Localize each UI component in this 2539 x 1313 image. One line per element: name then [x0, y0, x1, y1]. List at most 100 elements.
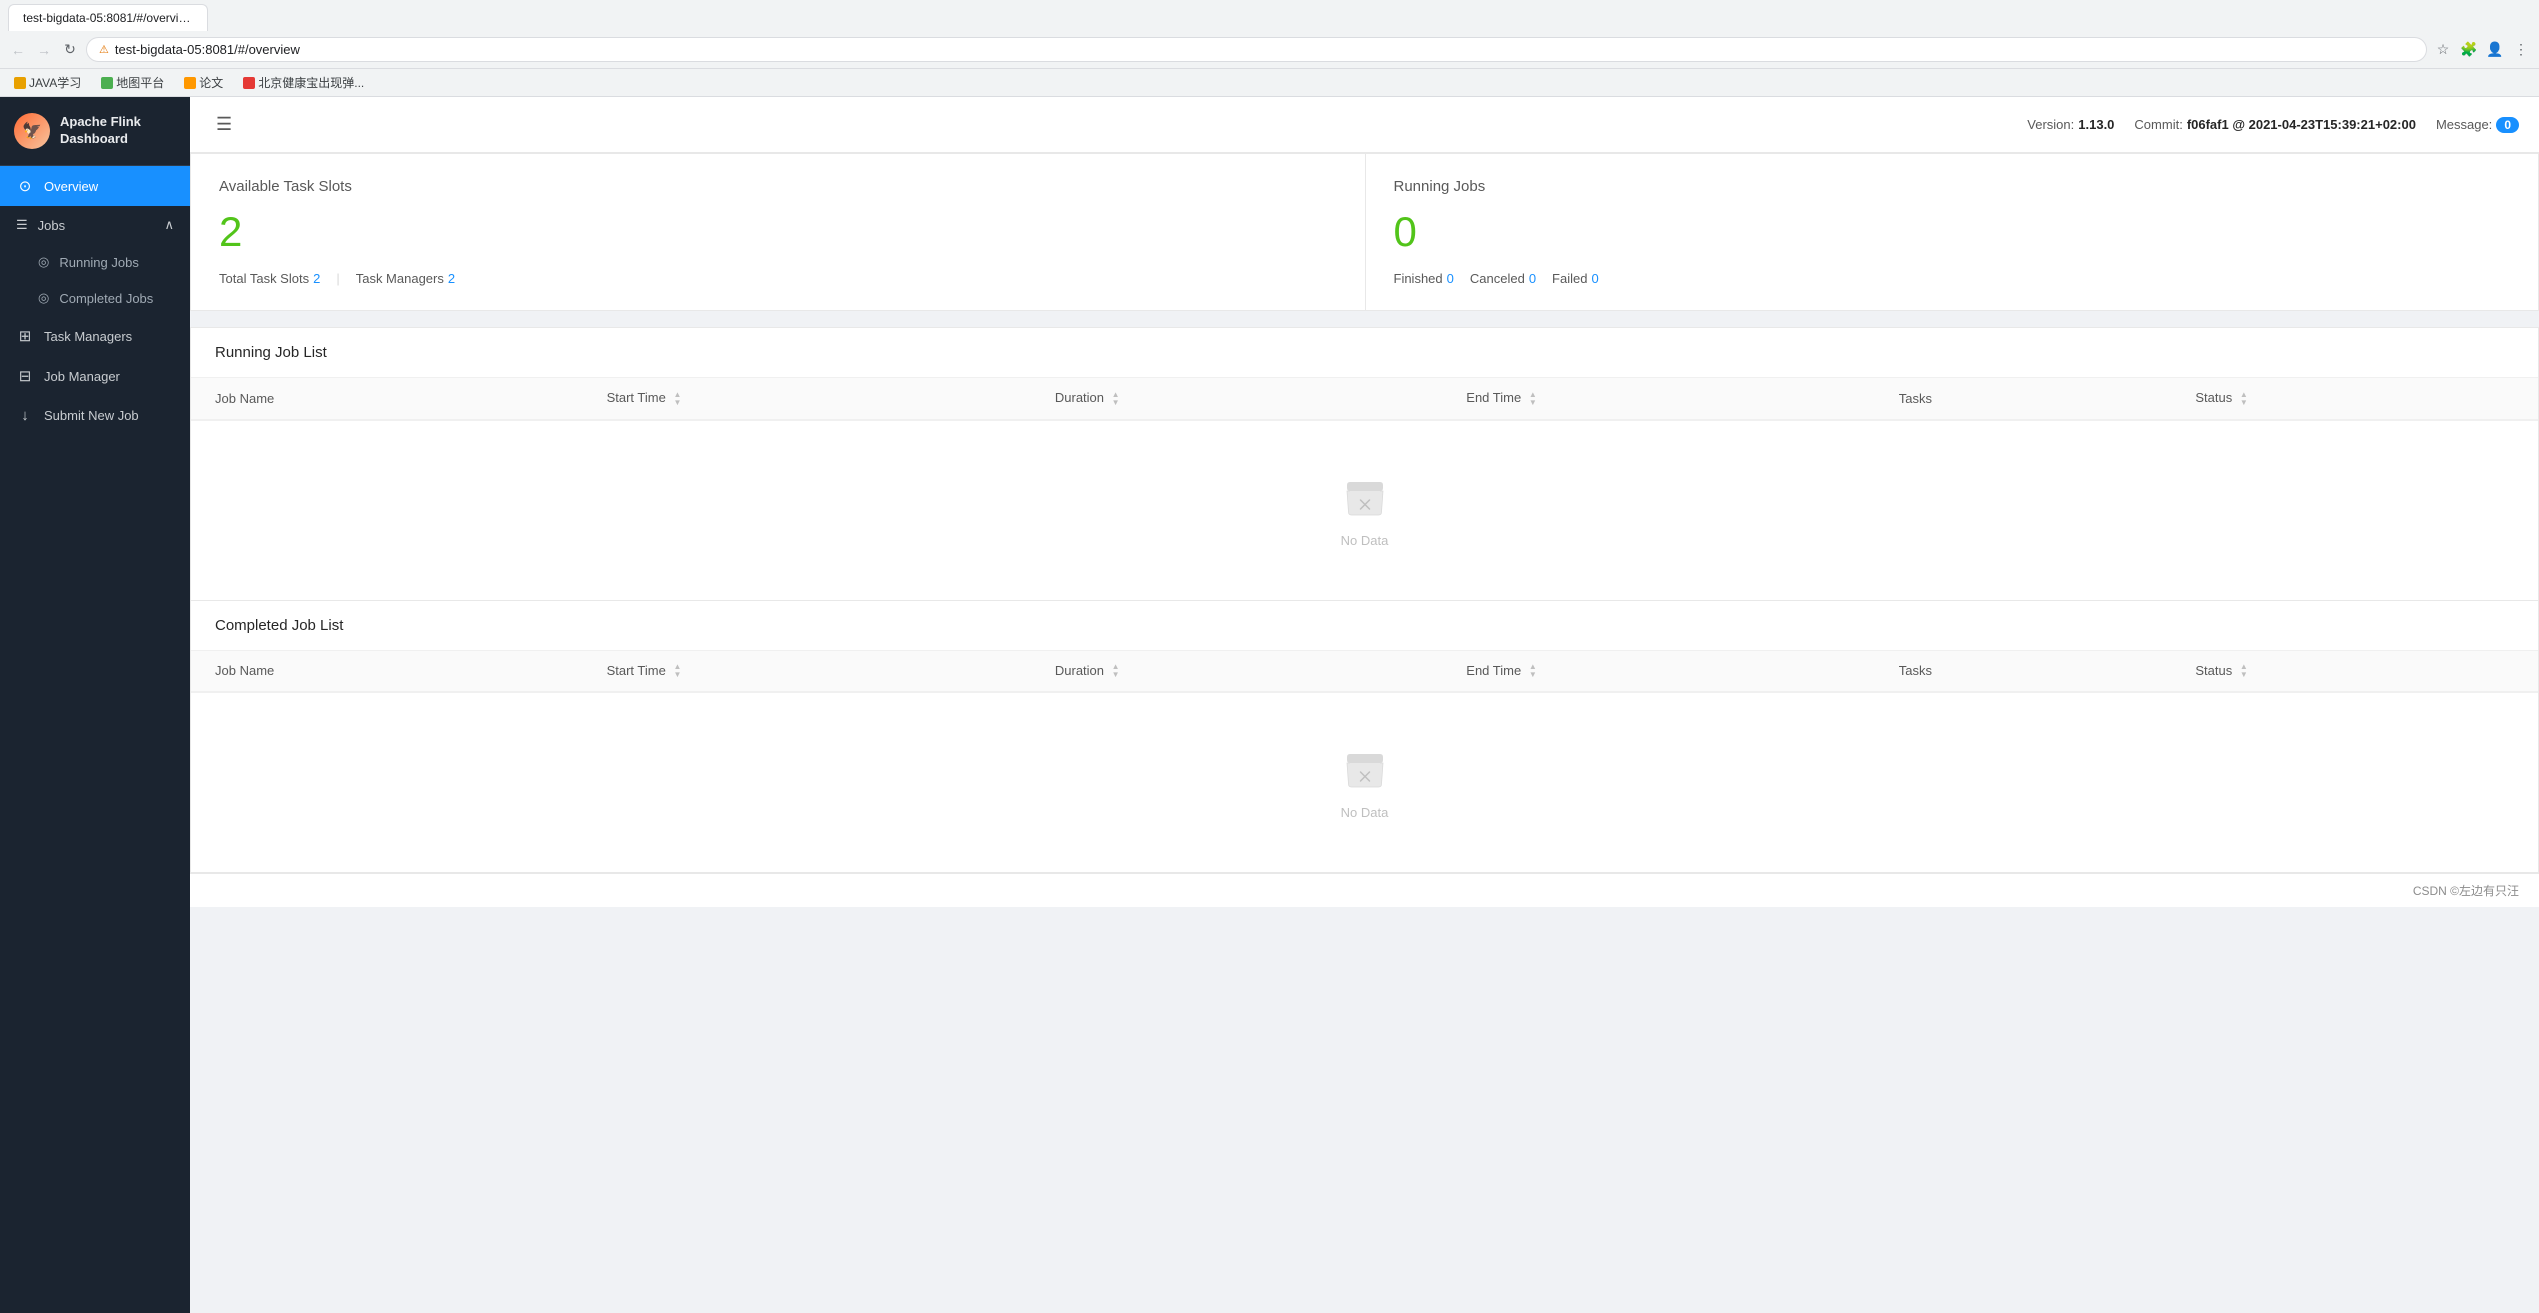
stat-separator: |	[336, 271, 339, 286]
col-end-time-running[interactable]: End Time ▲▼	[1442, 378, 1875, 420]
no-data-running: No Data	[215, 433, 2514, 588]
card-running-value: 0	[1394, 211, 2511, 253]
running-job-table: Job Name Start Time ▲▼ Duration ▲▼ End T…	[191, 378, 2538, 600]
overview-icon: ⊙	[16, 177, 34, 195]
hamburger-icon[interactable]: ☰	[210, 108, 238, 141]
no-data-completed: No Data	[215, 705, 2514, 860]
managers-label: Task Managers	[356, 271, 444, 286]
sidebar: 🦅 Apache Flink Dashboard ⊙ Overview ☰ Jo…	[0, 97, 190, 1313]
version-label: Version:	[2027, 117, 2074, 132]
bookmark-java-label: JAVA学习	[29, 74, 81, 91]
reload-button[interactable]: ↻	[60, 40, 80, 60]
header-commit-meta: Commit: f06faf1 @ 2021-04-23T15:39:21+02…	[2134, 117, 2416, 132]
submit-icon: ↓	[16, 407, 34, 424]
completed-job-list-title: Completed Job List	[191, 601, 2538, 651]
stat-total-task-slots: Total Task Slots 2	[219, 271, 320, 286]
menu-button[interactable]: ⋮	[2511, 40, 2531, 60]
cards-row: Available Task Slots 2 Total Task Slots …	[190, 153, 2539, 311]
col-end-time-completed[interactable]: End Time ▲▼	[1442, 651, 1875, 693]
sidebar-label-jobs: Jobs	[38, 218, 65, 233]
no-data-cell-running: No Data	[191, 420, 2538, 600]
bookmark-health[interactable]: 北京健康宝出现弹...	[237, 72, 370, 93]
bookmark-paper[interactable]: 论文	[178, 72, 229, 93]
bookmark-map[interactable]: 地图平台	[95, 72, 170, 93]
card-running-jobs: Running Jobs 0 Finished 0 Canceled 0 Fai…	[1365, 153, 2539, 311]
total-slots-value: 2	[313, 271, 320, 286]
col-job-name-running[interactable]: Job Name	[191, 378, 583, 420]
col-start-time-completed[interactable]: Start Time ▲▼	[583, 651, 1031, 693]
failed-value: 0	[1591, 271, 1598, 286]
card-available-task-slots: Available Task Slots 2 Total Task Slots …	[190, 153, 1365, 311]
col-status-running[interactable]: Status ▲▼	[2171, 378, 2538, 420]
address-bar[interactable]: ⚠ test-bigdata-05:8081/#/overview	[86, 37, 2427, 62]
sidebar-item-job-manager[interactable]: ⊟ Job Manager	[0, 356, 190, 396]
sidebar-item-overview[interactable]: ⊙ Overview	[0, 166, 190, 206]
extension-button[interactable]: 🧩	[2459, 40, 2479, 60]
col-start-time-running[interactable]: Start Time ▲▼	[583, 378, 1031, 420]
commit-value: f06faf1 @ 2021-04-23T15:39:21+02:00	[2187, 117, 2416, 132]
logo-text: Apache Flink Dashboard	[60, 114, 176, 148]
sidebar-item-submit-new-job[interactable]: ↓ Submit New Job	[0, 396, 190, 435]
completed-job-header-row: Job Name Start Time ▲▼ Duration ▲▼ End T…	[191, 651, 2538, 693]
security-icon: ⚠	[99, 43, 109, 56]
sidebar-item-task-managers[interactable]: ⊞ Task Managers	[0, 316, 190, 356]
chevron-up-icon: ∧	[164, 217, 174, 233]
canceled-label: Canceled	[1470, 271, 1525, 286]
completed-job-list-section: Completed Job List Job Name Start Time ▲…	[190, 601, 2539, 874]
sidebar-item-jobs[interactable]: ☰ Jobs ∧	[0, 206, 190, 244]
back-button[interactable]: ←	[8, 40, 28, 60]
running-job-list-title: Running Job List	[191, 328, 2538, 378]
main-content: ☰ Version: 1.13.0 Commit: f06faf1 @ 2021…	[190, 97, 2539, 1313]
total-slots-label: Total Task Slots	[219, 271, 309, 286]
sidebar-item-completed-jobs[interactable]: ◎ Completed Jobs	[0, 280, 190, 316]
running-job-table-head: Job Name Start Time ▲▼ Duration ▲▼ End T…	[191, 378, 2538, 420]
bookmarks-bar: JAVA学习 地图平台 论文 北京健康宝出现弹...	[0, 68, 2539, 96]
col-tasks-running[interactable]: Tasks	[1875, 378, 2172, 420]
card-available-stats: Total Task Slots 2 | Task Managers 2	[219, 271, 1337, 286]
bookmark-map-label: 地图平台	[116, 74, 164, 91]
failed-label: Failed	[1552, 271, 1587, 286]
col-status-completed[interactable]: Status ▲▼	[2171, 651, 2538, 693]
app-header: ☰ Version: 1.13.0 Commit: f06faf1 @ 2021…	[190, 97, 2539, 153]
jobs-icon: ☰	[16, 217, 28, 233]
running-job-table-body: No Data	[191, 420, 2538, 600]
stat-finished: Finished 0	[1394, 271, 1454, 286]
no-data-text-running: No Data	[1341, 533, 1389, 548]
completed-job-table: Job Name Start Time ▲▼ Duration ▲▼ End T…	[191, 651, 2538, 873]
col-job-name-completed[interactable]: Job Name	[191, 651, 583, 693]
card-running-stats: Finished 0 Canceled 0 Failed 0	[1394, 271, 2511, 286]
browser-toolbar: ← → ↻ ⚠ test-bigdata-05:8081/#/overview …	[0, 31, 2539, 68]
sidebar-label-task-managers: Task Managers	[44, 329, 132, 344]
bookmark-paper-label: 论文	[199, 74, 223, 91]
completed-jobs-icon: ◎	[38, 290, 49, 306]
url-text: test-bigdata-05:8081/#/overview	[115, 42, 300, 57]
sidebar-label-completed-jobs: Completed Jobs	[59, 291, 153, 306]
completed-job-table-body: No Data	[191, 692, 2538, 872]
sidebar-item-running-jobs[interactable]: ◎ Running Jobs	[0, 244, 190, 280]
sort-icon-start-running: ▲▼	[673, 391, 681, 407]
profile-button[interactable]: 👤	[2485, 40, 2505, 60]
no-data-text-completed: No Data	[1341, 805, 1389, 820]
finished-value: 0	[1447, 271, 1454, 286]
col-duration-completed[interactable]: Duration ▲▼	[1031, 651, 1442, 693]
running-job-header-row: Job Name Start Time ▲▼ Duration ▲▼ End T…	[191, 378, 2538, 420]
bookmark-health-icon	[243, 77, 255, 89]
sort-icon-start-completed: ▲▼	[673, 663, 681, 679]
nav-group-jobs: ☰ Jobs ∧ ◎ Running Jobs ◎ Completed Jobs	[0, 206, 190, 316]
sidebar-label-submit-new-job: Submit New Job	[44, 408, 139, 423]
no-data-row-running: No Data	[191, 420, 2538, 600]
forward-button[interactable]: →	[34, 40, 54, 60]
col-tasks-completed[interactable]: Tasks	[1875, 651, 2172, 693]
sort-icon-status-completed: ▲▼	[2240, 663, 2248, 679]
browser-tab[interactable]: test-bigdata-05:8081/#/overview	[8, 4, 208, 31]
sort-icon-duration-completed: ▲▼	[1112, 663, 1120, 679]
bookmark-button[interactable]: ☆	[2433, 40, 2453, 60]
card-available-title: Available Task Slots	[219, 178, 1337, 195]
no-data-icon-completed	[1341, 745, 1389, 793]
col-duration-running[interactable]: Duration ▲▼	[1031, 378, 1442, 420]
bookmark-java[interactable]: JAVA学习	[8, 72, 87, 93]
job-manager-icon: ⊟	[16, 367, 34, 385]
running-job-list-section: Running Job List Job Name Start Time ▲▼ …	[190, 327, 2539, 601]
version-value: 1.13.0	[2078, 117, 2114, 132]
bookmark-health-label: 北京健康宝出现弹...	[258, 74, 364, 91]
